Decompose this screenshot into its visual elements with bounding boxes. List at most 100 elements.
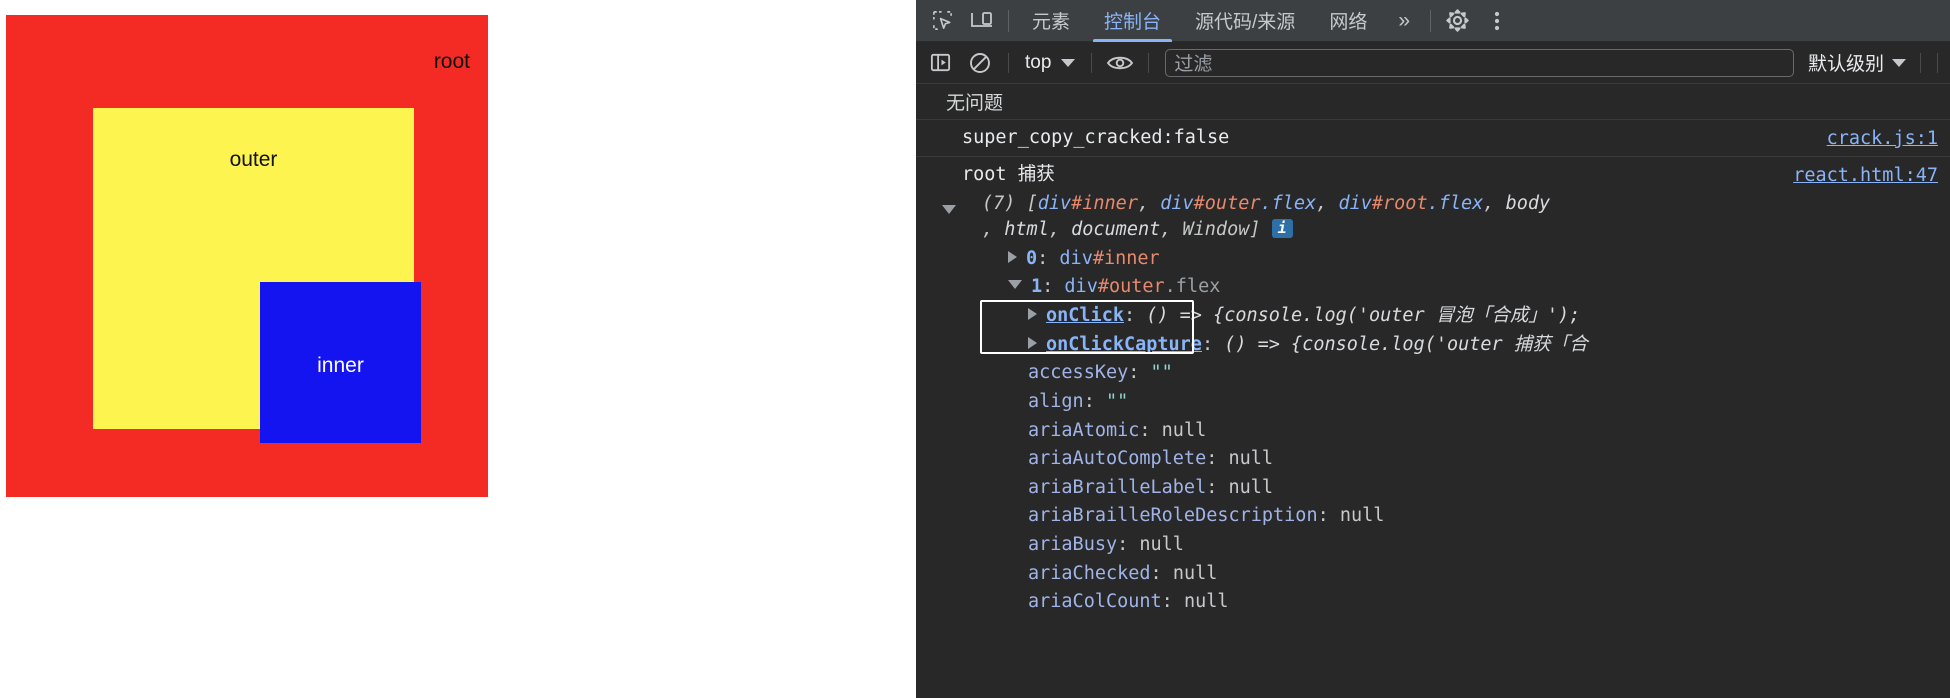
tabbar-divider (1008, 9, 1009, 32)
prop-accessKey-name: accessKey (1028, 362, 1129, 384)
prop-ariaAutoComplete-name: ariaAutoComplete (1028, 448, 1207, 470)
expand-triangle-entry-0[interactable] (1008, 250, 1017, 263)
tab-sources[interactable]: 源代码/来源 (1178, 0, 1312, 42)
chevron-down-icon-levels (1892, 58, 1906, 67)
devtools-panel: 元素 控制台 源代码/来源 网络 » top 过滤 默认级别 无问题 super… (916, 0, 1950, 698)
filter-input[interactable]: 过滤 (1165, 48, 1794, 77)
tab-network[interactable]: 网络 (1312, 0, 1384, 42)
prop-ariaAtomic-value: null (1161, 419, 1207, 441)
prop-onClick[interactable]: onClick: () => {console.log('outer 冒泡「合成… (916, 302, 1950, 331)
prop-ariaAtomic[interactable]: ariaAtomic: null (916, 417, 1950, 446)
prop-ariaAutoComplete-value: null (1228, 448, 1274, 470)
tab-elements-label: 元素 (1032, 12, 1071, 33)
root-box-label: root (433, 50, 470, 73)
toolbar-divider-4 (1920, 52, 1921, 73)
inspect-element-icon[interactable] (922, 2, 962, 40)
prop-align[interactable]: align: "" (916, 388, 1950, 417)
array-entry-0[interactable]: 0: div#inner (916, 245, 1950, 274)
prop-align-name: align (1028, 390, 1084, 412)
log-level-value: 默认级别 (1807, 54, 1884, 75)
toolbar-divider-5 (1937, 52, 1938, 73)
toolbar-divider-3 (1148, 52, 1150, 73)
gear-icon[interactable] (1437, 2, 1477, 40)
prop-ariaBusy[interactable]: ariaBusy: null (916, 531, 1950, 560)
tab-overflow-button[interactable]: » (1384, 0, 1424, 42)
prop-ariaBrailleLabel-value: null (1228, 476, 1274, 498)
info-badge[interactable]: i (1271, 219, 1293, 239)
prop-onClickCapture[interactable]: onClickCapture: () => {console.log('oute… (916, 331, 1950, 360)
prop-onClick-name: onClick (1046, 305, 1124, 327)
console-toolbar: top 过滤 默认级别 (916, 42, 1950, 84)
log-entry-1-message: super_copy_cracked:false (962, 127, 1230, 148)
log-entry-2[interactable]: root 捕获 react.html:47 (916, 157, 1950, 189)
prop-ariaBusy-name: ariaBusy (1028, 534, 1118, 556)
array-entry-1-tag: div (1064, 276, 1098, 298)
prop-ariaColCount-name: ariaColCount (1028, 591, 1162, 613)
prop-ariaBrailleRoleDescription[interactable]: ariaBrailleRoleDescription: null (916, 502, 1950, 531)
context-selector[interactable]: top (1017, 52, 1083, 74)
tab-sources-label: 源代码/来源 (1195, 12, 1296, 33)
screenshot-root: root outer inner 元素 控制台 源代码/来源 网络 » top … (0, 0, 1950, 698)
tab-console-label: 控制台 (1104, 12, 1162, 33)
root-box[interactable]: root outer inner (6, 15, 488, 497)
prop-accessKey[interactable]: accessKey: "" (916, 359, 1950, 388)
prop-ariaBrailleLabel[interactable]: ariaBrailleLabel: null (916, 474, 1950, 503)
log-level-selector[interactable]: 默认级别 (1802, 49, 1912, 76)
tab-elements[interactable]: 元素 (1015, 0, 1087, 42)
rendered-page: root outer inner (0, 0, 916, 698)
array-entry-1-index: 1 (1031, 276, 1043, 298)
prop-ariaColCount-value: null (1183, 591, 1229, 613)
prop-ariaBrailleRoleDescription-name: ariaBrailleRoleDescription (1028, 505, 1318, 527)
prop-ariaAtomic-name: ariaAtomic (1028, 419, 1140, 441)
log-entry-2-source-link[interactable]: react.html:47 (1793, 163, 1938, 189)
array-entry-1-class: .flex (1164, 276, 1221, 298)
issues-bar[interactable]: 无问题 (916, 84, 1950, 120)
expand-triangle-onclickcapture[interactable] (1028, 336, 1037, 349)
outer-box[interactable]: outer inner (93, 108, 421, 443)
chevron-down-icon (1061, 58, 1076, 67)
prop-ariaBrailleRoleDescription-value: null (1339, 505, 1385, 527)
prop-ariaColCount[interactable]: ariaColCount: null (916, 588, 1950, 617)
clear-console-icon[interactable] (960, 46, 1000, 80)
array-entry-0-tag: div (1059, 247, 1093, 269)
prop-ariaBrailleLabel-name: ariaBrailleLabel (1028, 476, 1207, 498)
console-log-area[interactable]: super_copy_cracked:false crack.js:1 root… (916, 120, 1950, 698)
log-entry-1[interactable]: super_copy_cracked:false crack.js:1 (916, 120, 1950, 158)
prop-accessKey-value: "" (1150, 362, 1173, 384)
prop-ariaChecked[interactable]: ariaChecked: null (916, 560, 1950, 589)
devtools-tabbar: 元素 控制台 源代码/来源 网络 » (916, 0, 1950, 42)
tab-network-label: 网络 (1329, 12, 1368, 33)
filter-input-placeholder: 过滤 (1174, 54, 1213, 75)
prop-onClickCapture-value: () => {console.log('outer 捕获「合 (1224, 333, 1588, 355)
tab-console[interactable]: 控制台 (1087, 0, 1178, 42)
array-entry-1[interactable]: 1: div#outer.flex (916, 273, 1950, 302)
prop-onClickCapture-name: onClickCapture (1046, 333, 1202, 355)
tabbar-divider-2 (1430, 9, 1432, 32)
context-selector-value: top (1025, 51, 1052, 73)
array-preview[interactable]: (7) [div#inner, div#outer.flex, div#root… (916, 190, 1926, 245)
live-expression-icon[interactable] (1100, 46, 1140, 80)
array-entry-0-id: #inner (1092, 247, 1160, 269)
device-toolbar-icon[interactable] (962, 2, 1002, 40)
expand-triangle-onclick[interactable] (1028, 308, 1037, 321)
log-entry-1-source-link[interactable]: crack.js:1 (1827, 126, 1938, 152)
console-sidebar-icon[interactable] (920, 46, 960, 80)
kebab-menu-icon[interactable] (1477, 2, 1517, 40)
prop-onClick-value: () => {console.log('outer 冒泡「合成」'); (1146, 305, 1581, 327)
toolbar-divider-1 (1008, 52, 1009, 73)
prop-ariaBusy-value: null (1139, 534, 1184, 556)
issues-text: 无问题 (946, 93, 1004, 114)
toolbar-divider-2 (1091, 52, 1093, 73)
log-entry-2-message: root 捕获 (962, 164, 1055, 186)
prop-align-value: "" (1105, 390, 1129, 412)
inner-box[interactable]: inner (260, 282, 421, 443)
array-close-bracket: ] (1249, 219, 1261, 241)
array-open-bracket: [ (1026, 192, 1038, 214)
prop-ariaChecked-value: null (1172, 562, 1218, 584)
array-collapse-triangle[interactable] (942, 204, 956, 214)
collapse-triangle-entry-1[interactable] (1008, 280, 1022, 290)
prop-ariaChecked-name: ariaChecked (1028, 562, 1151, 584)
outer-box-label: outer (229, 148, 278, 171)
highlighted-props-group: onClick: () => {console.log('outer 冒泡「合成… (916, 300, 1950, 360)
prop-ariaAutoComplete[interactable]: ariaAutoComplete: null (916, 445, 1950, 474)
